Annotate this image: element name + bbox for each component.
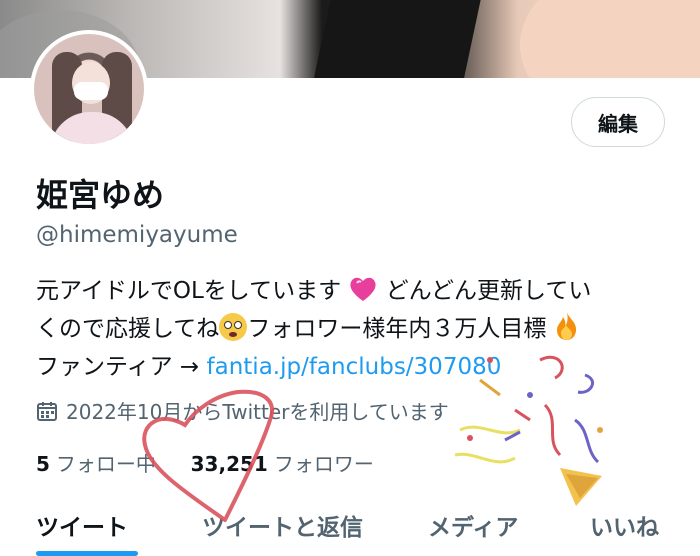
join-date-text: 2022年10月からTwitterを利用しています xyxy=(66,400,449,424)
bio-text: ファンティア → xyxy=(36,354,207,380)
profile-tabs: ツイート ツイートと返信 メディア いいね xyxy=(0,500,700,556)
user-handle: @himemiyayume xyxy=(36,222,238,248)
fantia-link[interactable]: fantia.jp/fanclubs/307080 xyxy=(207,354,502,380)
tab-media[interactable]: メディア xyxy=(428,508,518,542)
tab-tweets-and-replies[interactable]: ツイートと返信 xyxy=(202,508,363,542)
calendar-icon xyxy=(36,400,58,422)
flushed-face-icon xyxy=(219,313,248,341)
bio-text: フォロワー様年内３万人目標 xyxy=(247,316,547,342)
following-link[interactable]: 5 フォロー中 xyxy=(36,452,156,476)
join-date: 2022年10月からTwitterを利用しています xyxy=(36,396,449,425)
avatar[interactable] xyxy=(30,30,148,148)
tab-tweets[interactable]: ツイート xyxy=(36,508,128,542)
followers-link[interactable]: 33,251 フォロワー xyxy=(191,452,374,476)
profile-bio: 元アイドルでOLをしています どんどん更新してい くので応援してね フォロワー様年… xyxy=(36,272,676,386)
active-tab-indicator xyxy=(36,551,138,556)
bio-text: どんどん更新してい xyxy=(378,278,592,304)
edit-profile-button[interactable]: 編集 xyxy=(571,97,665,147)
bio-text: 元アイドルでOLをしています xyxy=(36,278,342,304)
tab-likes[interactable]: いいね xyxy=(590,508,659,542)
display-name: 姫宮ゆめ xyxy=(36,176,165,214)
pink-heart-icon xyxy=(348,274,378,304)
follow-stats: 5 フォロー中 33,251 フォロワー xyxy=(36,448,374,477)
bio-text: くので応援してね xyxy=(36,316,220,342)
fire-icon xyxy=(554,311,580,341)
